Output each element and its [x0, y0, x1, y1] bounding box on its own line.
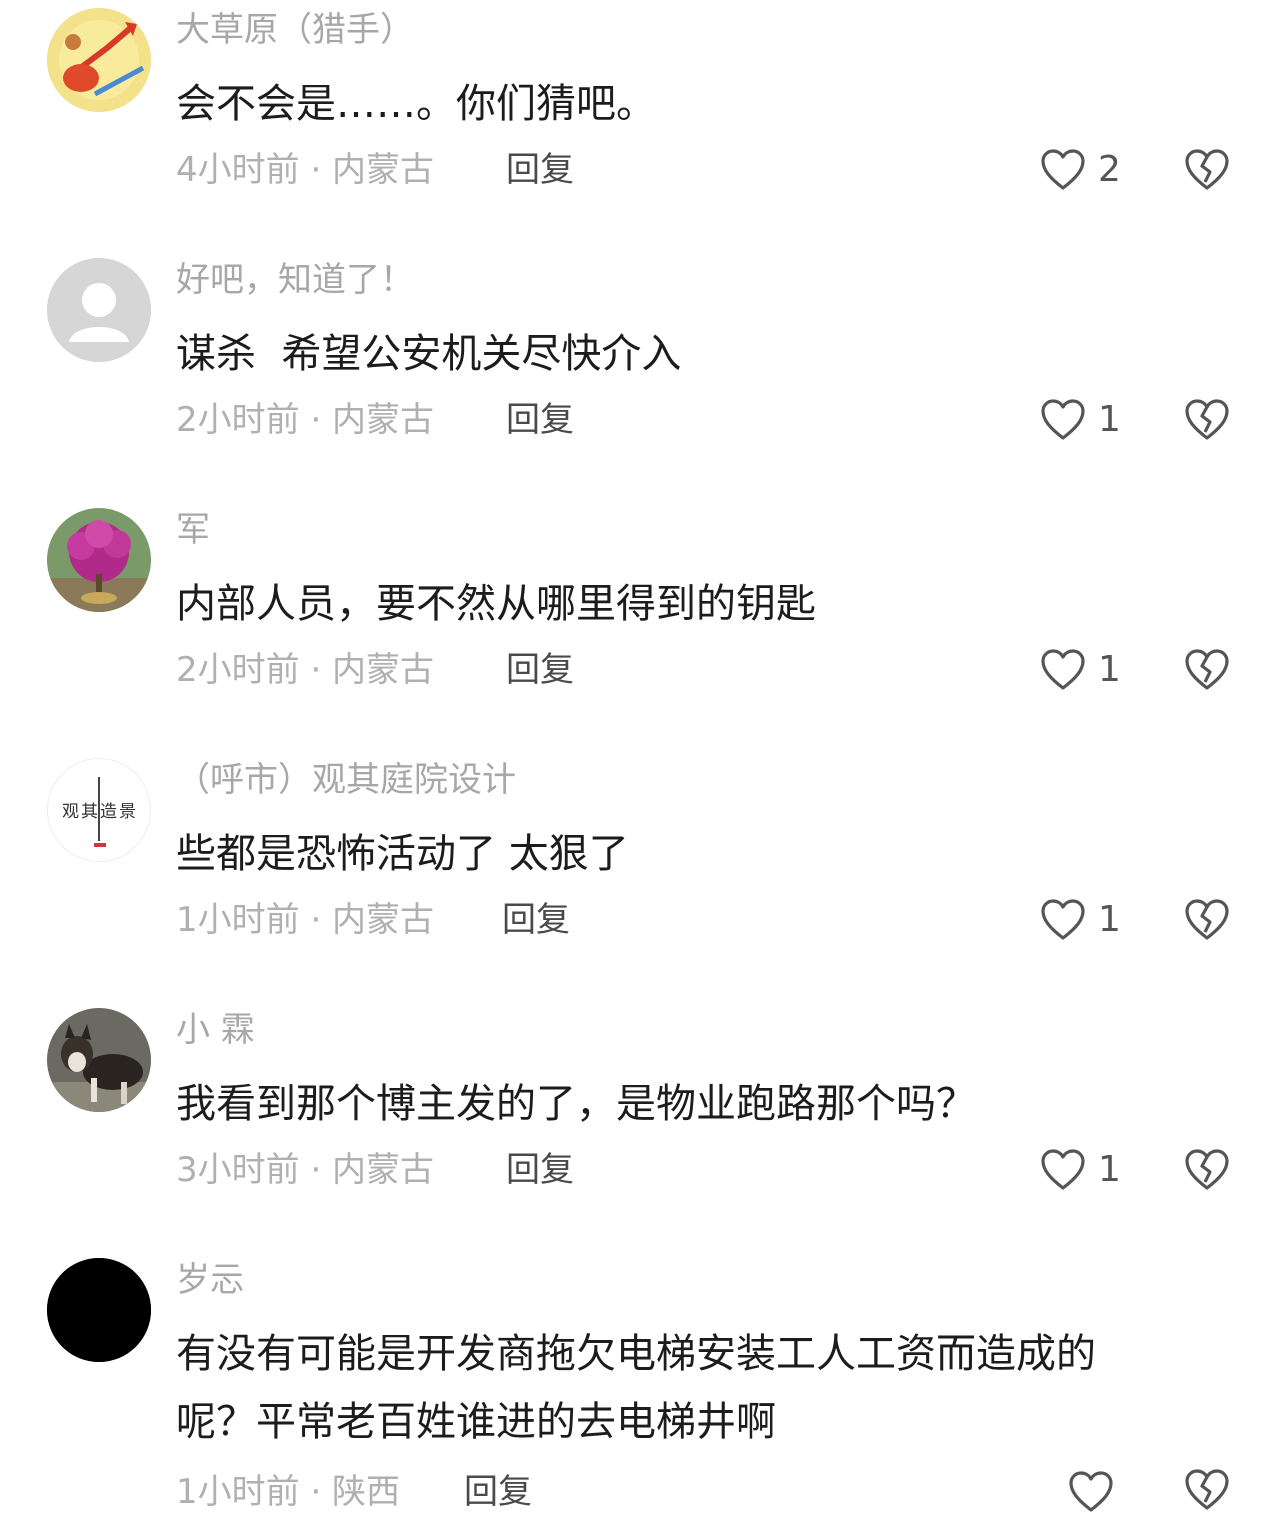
- like-button[interactable]: 1: [1040, 644, 1121, 696]
- avatar-default-icon: [47, 258, 151, 362]
- comment-meta: 1小时前 · 陕西: [176, 1472, 401, 1512]
- comment-item: 好吧，知道了！ 谋杀 希望公安机关尽快介入 2小时前 · 内蒙古 回复 1: [0, 250, 1280, 500]
- like-count: 1: [1098, 1149, 1121, 1190]
- heart-icon: [1041, 649, 1085, 690]
- comment-list: 大草原（猎手） 会不会是……。你们猜吧。 4小时前 · 内蒙古 回复 2 好吧，…: [0, 0, 1280, 1512]
- broken-heart-icon: [1185, 1149, 1229, 1190]
- avatar-flower-icon: [47, 508, 151, 612]
- comment-text-line: 内部人员，要不然从哪里得到的钥匙: [176, 581, 816, 627]
- dislike-button[interactable]: [1184, 1146, 1230, 1192]
- comment-item: 军 内部人员，要不然从哪里得到的钥匙 2小时前 · 内蒙古 回复 1: [0, 500, 1280, 750]
- reply-button[interactable]: 回复: [502, 896, 570, 944]
- comment-text: 有没有可能是开发商拖欠电梯安装工人工资而造成的 呢？平常老百姓谁进的去电梯井啊: [176, 1320, 1096, 1456]
- avatar-logo-text: 观其造景: [62, 802, 138, 822]
- username[interactable]: 好吧，知道了！: [176, 256, 414, 304]
- comment-item: 大草原（猎手） 会不会是……。你们猜吧。 4小时前 · 内蒙古 回复 2: [0, 0, 1280, 250]
- comment-meta: 3小时前 · 内蒙古: [176, 1150, 435, 1190]
- broken-heart-icon: [1185, 1469, 1229, 1510]
- like-count: 1: [1098, 399, 1121, 440]
- avatar-black-icon: [47, 1258, 151, 1362]
- avatar-cartoon-icon: [47, 8, 151, 112]
- avatar[interactable]: [47, 258, 151, 362]
- reply-button[interactable]: 回复: [506, 146, 574, 194]
- comment-item: 观其造景 （呼市）观其庭院设计 些都是恐怖活动了 太狠了 1小时前 · 内蒙古 …: [0, 750, 1280, 1000]
- comment-text-line: 些都是恐怖活动了 太狠了: [176, 831, 629, 877]
- comment-meta: 2小时前 · 内蒙古: [176, 650, 435, 690]
- comment-text: 谋杀 希望公安机关尽快介入: [176, 320, 681, 388]
- reply-button[interactable]: 回复: [506, 1146, 574, 1194]
- like-button[interactable]: 2: [1040, 144, 1121, 196]
- comment-meta: 1小时前 · 内蒙古: [176, 900, 435, 940]
- comment-meta: 2小时前 · 内蒙古: [176, 400, 435, 440]
- comment-text-line: 有没有可能是开发商拖欠电梯安装工人工资而造成的: [176, 1331, 1096, 1377]
- heart-icon: [1069, 1471, 1113, 1512]
- username[interactable]: 军: [176, 506, 210, 554]
- like-button[interactable]: 1: [1040, 1144, 1121, 1196]
- comment-text: 内部人员，要不然从哪里得到的钥匙: [176, 570, 816, 638]
- dislike-button[interactable]: [1184, 646, 1230, 692]
- comment-item: 岁忈 有没有可能是开发商拖欠电梯安装工人工资而造成的 呢？平常老百姓谁进的去电梯…: [0, 1250, 1280, 1512]
- avatar[interactable]: [47, 508, 151, 612]
- heart-icon: [1041, 1149, 1085, 1190]
- comment-text: 些都是恐怖活动了 太狠了: [176, 820, 629, 888]
- like-button[interactable]: 1: [1040, 894, 1121, 946]
- avatar[interactable]: [47, 1258, 151, 1362]
- like-count: 1: [1098, 899, 1121, 940]
- broken-heart-icon: [1185, 399, 1229, 440]
- heart-icon: [1041, 149, 1085, 190]
- broken-heart-icon: [1185, 899, 1229, 940]
- comment-item: 小 霖 我看到那个博主发的了，是物业跑路那个吗？ 3小时前 · 内蒙古 回复 1: [0, 1000, 1280, 1250]
- comment-text-line: 会不会是……。你们猜吧。: [176, 81, 656, 127]
- like-button[interactable]: [1068, 1466, 1126, 1518]
- dislike-button[interactable]: [1184, 1466, 1230, 1512]
- username[interactable]: （呼市）观其庭院设计: [176, 756, 516, 804]
- avatar[interactable]: [47, 1008, 151, 1112]
- broken-heart-icon: [1185, 149, 1229, 190]
- dislike-button[interactable]: [1184, 396, 1230, 442]
- username[interactable]: 大草原（猎手）: [176, 6, 414, 54]
- avatar[interactable]: 观其造景: [47, 758, 151, 862]
- avatar[interactable]: [47, 8, 151, 112]
- reply-button[interactable]: 回复: [464, 1468, 532, 1516]
- reply-button[interactable]: 回复: [506, 396, 574, 444]
- dislike-button[interactable]: [1184, 896, 1230, 942]
- comment-text-line: 谋杀 希望公安机关尽快介入: [176, 331, 682, 377]
- broken-heart-icon: [1185, 649, 1229, 690]
- like-button[interactable]: 1: [1040, 394, 1121, 446]
- comment-text-line: 我看到那个博主发的了，是物业跑路那个吗？: [176, 1081, 976, 1127]
- like-count: 1: [1098, 649, 1121, 690]
- like-count: 2: [1098, 149, 1121, 190]
- username[interactable]: 小 霖: [176, 1006, 255, 1054]
- dislike-button[interactable]: [1184, 146, 1230, 192]
- reply-button[interactable]: 回复: [506, 646, 574, 694]
- avatar-dog-icon: [47, 1008, 151, 1112]
- heart-icon: [1041, 899, 1085, 940]
- comment-meta: 4小时前 · 内蒙古: [176, 150, 435, 190]
- comment-text: 我看到那个博主发的了，是物业跑路那个吗？: [176, 1070, 976, 1138]
- heart-icon: [1041, 399, 1085, 440]
- comment-text: 会不会是……。你们猜吧。: [176, 70, 656, 138]
- comment-text-line: 呢？平常老百姓谁进的去电梯井啊: [176, 1399, 776, 1445]
- username[interactable]: 岁忈: [176, 1256, 244, 1304]
- avatar-logo-icon: 观其造景: [48, 759, 150, 861]
